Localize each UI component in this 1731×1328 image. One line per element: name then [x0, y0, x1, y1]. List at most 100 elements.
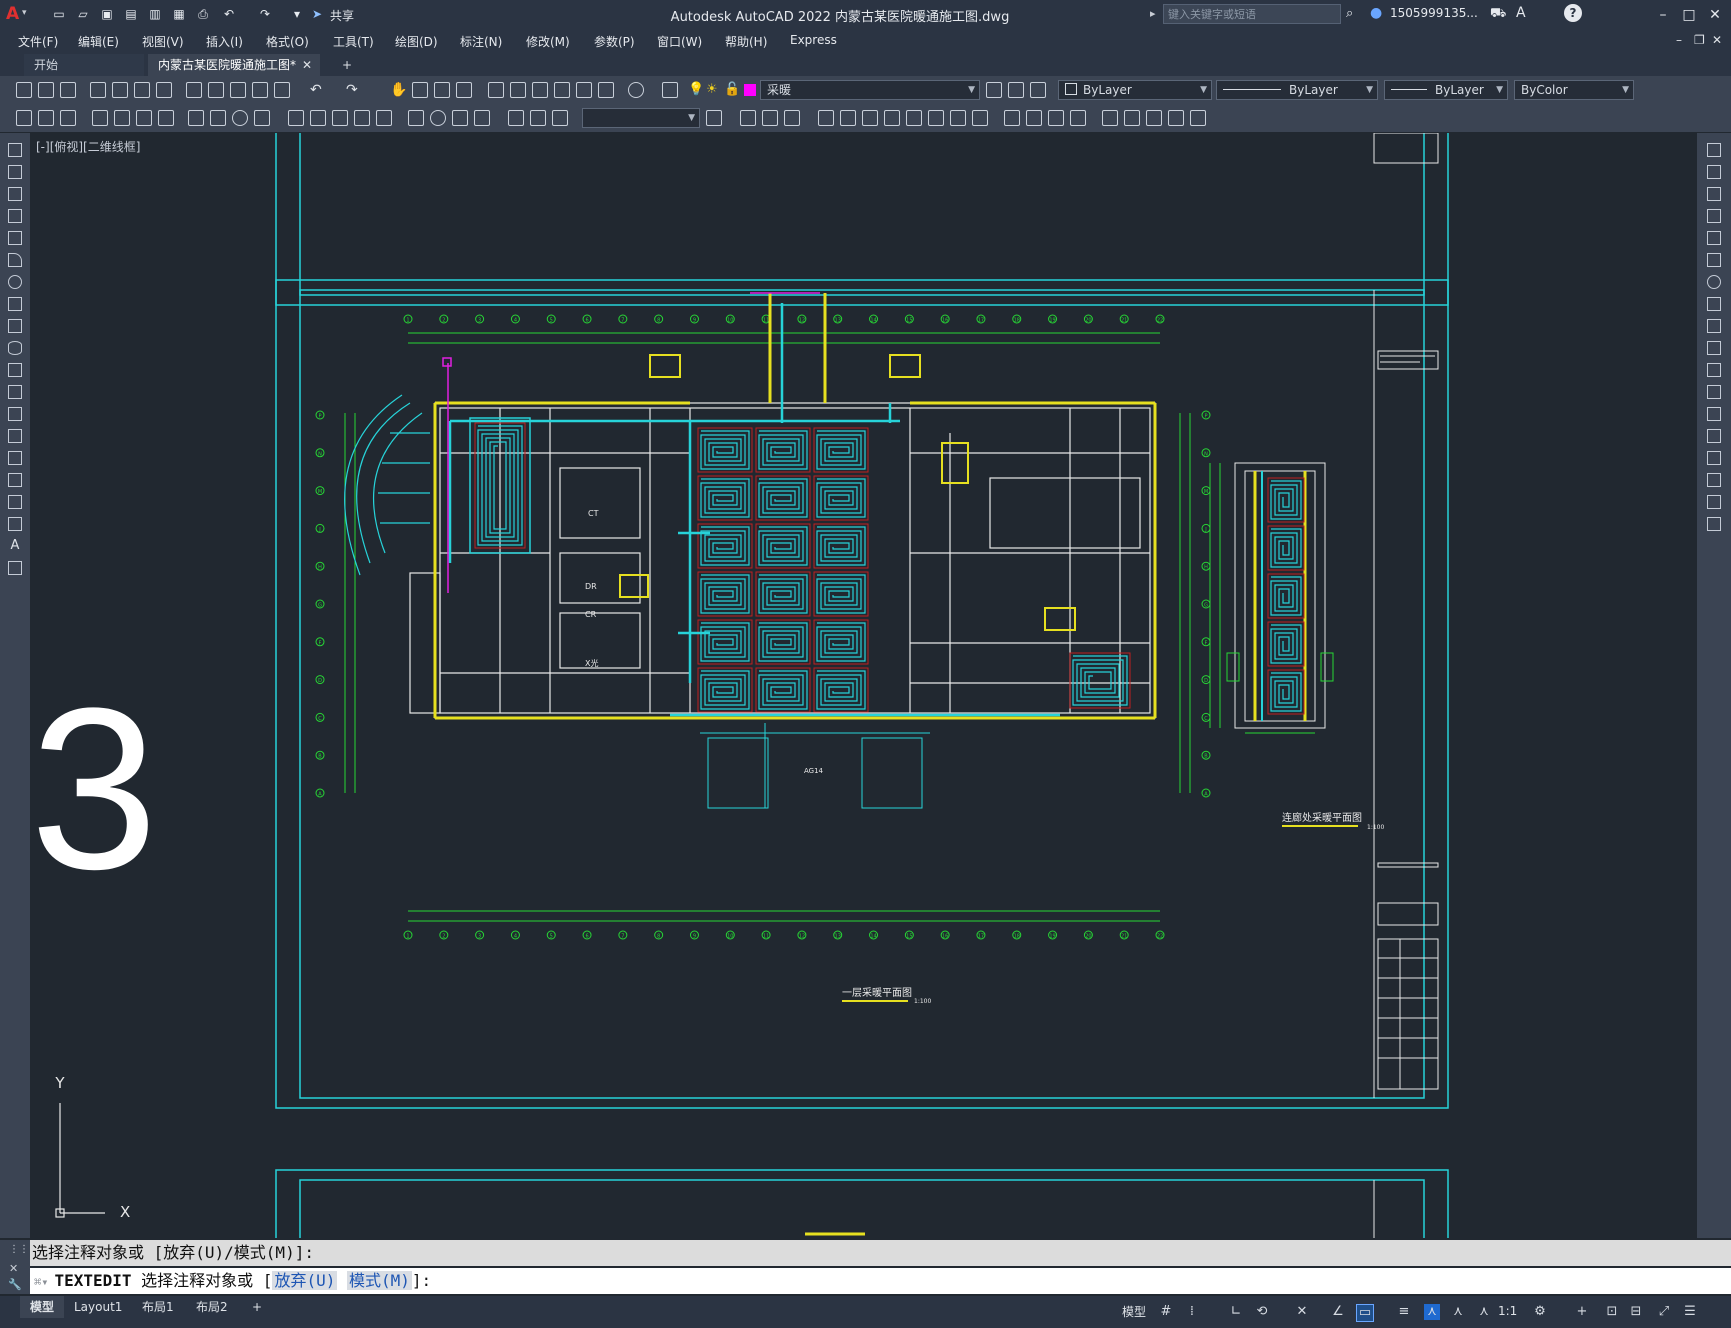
polygon-icon[interactable]: [8, 209, 22, 223]
properties-icon[interactable]: [488, 82, 504, 98]
copy-tool-icon[interactable]: [1707, 165, 1721, 179]
dim-edit-icon[interactable]: [508, 110, 524, 126]
circle-icon[interactable]: [8, 275, 22, 289]
tab-model[interactable]: 模型: [20, 1296, 65, 1318]
menu-view[interactable]: 视图(V): [142, 33, 184, 50]
share-button[interactable]: 共享: [330, 7, 354, 24]
ellipse-icon[interactable]: [8, 341, 22, 355]
rectangle-icon[interactable]: [8, 231, 22, 245]
baseline-dim-icon[interactable]: [310, 110, 326, 126]
quick-dim-icon[interactable]: [288, 110, 304, 126]
dim-style-icon[interactable]: [16, 110, 32, 126]
menu-window[interactable]: 窗口(W): [657, 33, 702, 50]
match-prop-icon[interactable]: [252, 82, 268, 98]
undo-icon[interactable]: ↶: [222, 7, 236, 21]
menu-help[interactable]: 帮助(H): [725, 33, 767, 50]
publish-icon[interactable]: [134, 82, 150, 98]
join-icon[interactable]: [1070, 110, 1086, 126]
dim-space-icon[interactable]: [354, 110, 370, 126]
aligned-dim-icon[interactable]: [114, 110, 130, 126]
ortho-icon[interactable]: ∟: [1228, 1304, 1244, 1320]
expand-search-icon[interactable]: ▸: [1150, 7, 1156, 20]
tab-layout1[interactable]: Layout1: [64, 1296, 132, 1318]
command-line[interactable]: ⌘▾ TEXTEDIT 选择注释对象或 [放弃(U) 模式(M)]:: [30, 1268, 1731, 1294]
design-center-icon[interactable]: [510, 82, 526, 98]
sheet-set-icon[interactable]: [554, 82, 570, 98]
group-icon[interactable]: [1190, 110, 1206, 126]
color-dropdown[interactable]: ByLayer ▼: [1058, 80, 1212, 100]
add-layout-button[interactable]: +: [242, 1296, 272, 1318]
trim-tool-icon[interactable]: [1707, 341, 1721, 355]
cart-icon[interactable]: ⛟: [1490, 6, 1506, 23]
layer-state-icon[interactable]: [1030, 82, 1046, 98]
option-mode[interactable]: 模式(M): [346, 1271, 412, 1290]
doc-restore-button[interactable]: ❐: [1694, 33, 1705, 47]
customize-qat-icon[interactable]: ▾: [290, 7, 304, 21]
break-point-icon[interactable]: [1707, 385, 1721, 399]
plotstyle-dropdown[interactable]: ByColor ▼: [1514, 80, 1634, 100]
plot-tool-icon[interactable]: [90, 82, 106, 98]
layer-unlock-icon[interactable]: 🔓: [724, 82, 740, 97]
customization-icon[interactable]: ☰: [1682, 1304, 1698, 1320]
grip-icon[interactable]: ⋮⋮: [9, 1244, 29, 1255]
move-tool-icon[interactable]: [1707, 253, 1721, 267]
save-as-icon[interactable]: ▤: [124, 7, 138, 21]
angular-dim-icon[interactable]: [254, 110, 270, 126]
erase-tool-icon[interactable]: [1707, 143, 1721, 157]
autodesk-app-icon[interactable]: A: [1516, 5, 1526, 21]
save-icon[interactable]: ▣: [100, 7, 114, 21]
clean-screen-icon[interactable]: ⤢: [1656, 1304, 1672, 1320]
qnew-icon[interactable]: [16, 82, 32, 98]
workspace-gear-icon[interactable]: ⚙: [1532, 1304, 1548, 1320]
draw-order-front-icon[interactable]: [740, 110, 756, 126]
tab-layout-a[interactable]: 布局1: [132, 1296, 184, 1318]
model-space-button[interactable]: 模型: [1122, 1303, 1146, 1320]
osnap-icon[interactable]: ✕: [1294, 1304, 1310, 1320]
new-tab-button[interactable]: +: [332, 54, 360, 76]
menu-insert[interactable]: 插入(I): [206, 33, 243, 50]
tolerance-icon[interactable]: [408, 110, 424, 126]
transparency-icon[interactable]: ≡: [1396, 1304, 1412, 1320]
inspection-icon[interactable]: [452, 110, 468, 126]
offset-tool-icon[interactable]: [1707, 209, 1721, 223]
stretch-tool-icon[interactable]: [1707, 319, 1721, 333]
hatch-icon[interactable]: [8, 451, 22, 465]
save-file-icon[interactable]: [60, 82, 76, 98]
grid-icon[interactable]: #: [1158, 1304, 1174, 1320]
array-tool-icon[interactable]: [1707, 231, 1721, 245]
open-icon[interactable]: ▱: [76, 7, 90, 21]
blend-curves-icon[interactable]: [1707, 495, 1721, 509]
block-editor-icon[interactable]: [274, 82, 290, 98]
arc-icon[interactable]: [8, 253, 22, 267]
cut-icon[interactable]: [186, 82, 202, 98]
jogged-dim-icon[interactable]: [210, 110, 226, 126]
linetype-dropdown[interactable]: ByLayer ▼: [1216, 80, 1378, 100]
add-selected-icon[interactable]: [8, 561, 22, 575]
help-tool-icon[interactable]: [628, 82, 644, 98]
scale-tool-icon[interactable]: [1707, 297, 1721, 311]
otrack-icon[interactable]: ∠: [1330, 1304, 1346, 1320]
menu-parametric[interactable]: 参数(P): [594, 33, 635, 50]
stretch-icon[interactable]: [928, 110, 944, 126]
continue-dim-icon[interactable]: [332, 110, 348, 126]
zoom-window-icon[interactable]: [434, 82, 450, 98]
mirror-tool-icon[interactable]: [1707, 187, 1721, 201]
doc-minimize-button[interactable]: –: [1676, 33, 1682, 47]
menu-dimension[interactable]: 标注(N): [460, 33, 502, 50]
construction-line-icon[interactable]: [8, 165, 22, 179]
revcloud-icon[interactable]: [8, 297, 22, 311]
center-mark-icon[interactable]: [430, 110, 446, 126]
dim-update-icon[interactable]: [552, 110, 568, 126]
user-name[interactable]: 1505999135...: [1390, 6, 1478, 20]
menu-file[interactable]: 文件(F): [18, 33, 58, 50]
fillet-icon[interactable]: [1004, 110, 1020, 126]
annotation-visibility-icon[interactable]: ⋏: [1424, 1304, 1440, 1320]
maximize-button[interactable]: □: [1678, 5, 1700, 25]
tab-start[interactable]: 开始: [24, 54, 144, 76]
ellipse-arc-icon[interactable]: [8, 363, 22, 377]
lineweight-icon[interactable]: ▭: [1356, 1304, 1374, 1322]
search-icon[interactable]: ⌕: [1346, 6, 1353, 21]
autocad-logo[interactable]: A: [6, 4, 19, 24]
doc-close-button[interactable]: ✕: [1712, 33, 1722, 47]
save-web-icon[interactable]: ▦: [172, 7, 186, 21]
